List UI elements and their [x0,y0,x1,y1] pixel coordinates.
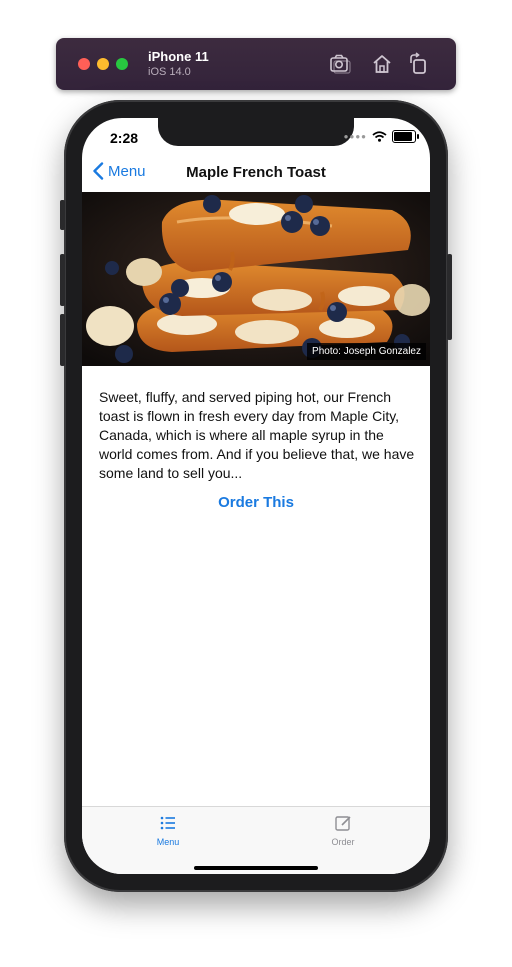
home-indicator[interactable] [194,866,318,870]
tab-menu-label: Menu [156,837,180,847]
minimize-window-button[interactable] [97,58,109,70]
battery-icon [392,130,419,143]
status-icons: ●●●● [343,130,419,143]
notch [158,118,354,146]
device-screen: 2:28 ●●●● Menu Maple French Toast Photo:… [82,118,430,874]
simulator-title-bar: iPhone 11 iOS 14.0 [56,38,456,90]
status-time: 2:28 [110,130,139,146]
home-icon[interactable] [370,52,394,76]
hero-photo: Photo: Joseph Gonzalez [82,192,430,366]
rotate-icon[interactable] [406,52,430,76]
zoom-window-button[interactable] [116,58,128,70]
wifi-icon [372,131,387,142]
french-toast-image [82,192,430,366]
edit-icon [335,816,351,831]
list-icon [160,816,175,830]
tab-order-label: Order [331,837,355,847]
tab-menu[interactable]: Menu [138,813,198,847]
order-this-button[interactable]: Order This [82,494,430,511]
mute-switch [60,200,65,230]
navigation-bar: Menu Maple French Toast [82,158,430,188]
page-title: Maple French Toast [186,164,326,181]
os-version: iOS 14.0 [148,66,191,78]
power-button [447,254,452,340]
close-window-button[interactable] [78,58,90,70]
photo-credit: Photo: Joseph Gonzalez [307,343,426,360]
tab-order[interactable]: Order [313,813,373,847]
signal-dots-icon: ●●●● [343,132,367,141]
volume-up-button [60,254,65,306]
device-name: iPhone 11 [148,49,209,64]
screenshot-icon[interactable] [328,52,352,76]
volume-down-button [60,314,65,366]
tab-bar: Menu Order [82,806,430,874]
dish-description: Sweet, fluffy, and served piping hot, ou… [99,389,415,481]
